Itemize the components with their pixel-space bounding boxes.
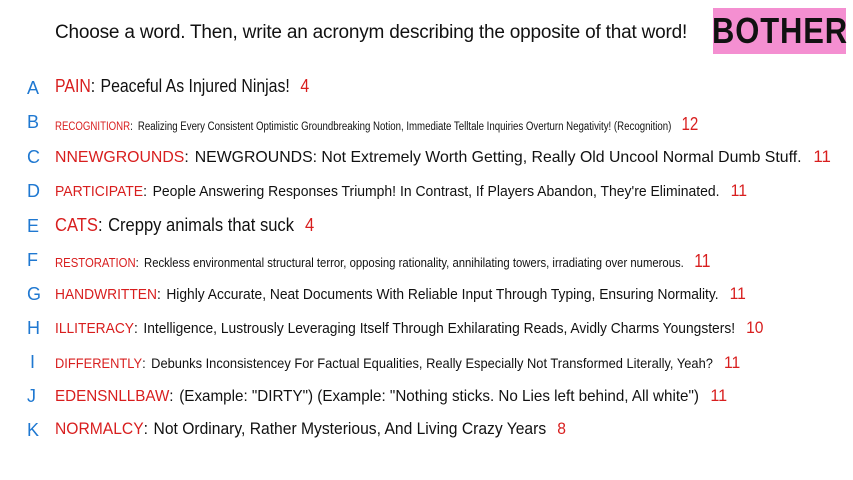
- entry-count: 11: [813, 147, 831, 166]
- entry-count: 8: [557, 419, 566, 438]
- entry-line: ILLITERACY: Intelligence, Lustrously Lev…: [55, 318, 764, 338]
- entry-line: EDENSNLLBAW: (Example: "DIRTY") (Example…: [55, 386, 727, 406]
- entry-acronym: People Answering Responses Triumph! In C…: [152, 183, 720, 200]
- entry-colon: :: [130, 121, 133, 133]
- entry-letter: A: [27, 78, 40, 98]
- entry-line: RESTORATION: Reckless environmental stru…: [55, 251, 711, 272]
- entry-word: ILLITERACY: [55, 320, 135, 337]
- entry-line: NORMALCY: Not Ordinary, Rather Mysteriou…: [55, 419, 566, 439]
- entry-count: 10: [746, 318, 764, 337]
- entry-word: DIFFERENTLY: [55, 355, 143, 371]
- chosen-word-badge: BOTHER: [711, 8, 848, 54]
- entry-line: NNEWGROUNDS: NEWGROUNDS: Not Extremely W…: [55, 147, 831, 167]
- entry-line: RECOGNITIONR: Realizing Every Consistent…: [55, 114, 698, 135]
- entry-letter: G: [27, 284, 42, 304]
- entry-letter: B: [27, 112, 40, 132]
- entry-colon: :: [134, 320, 138, 337]
- entry-line: PAIN: Peaceful As Injured Ninjas! 4: [55, 76, 309, 97]
- entry-letter: I: [30, 352, 36, 372]
- entry-acronym: (Example: "DIRTY") (Example: "Nothing st…: [179, 388, 699, 405]
- entry-colon: :: [142, 355, 146, 371]
- entry-count: 11: [730, 181, 748, 200]
- entry-colon: :: [169, 388, 174, 405]
- chosen-word: BOTHER: [711, 10, 848, 51]
- entry-line: PARTICIPATE: People Answering Responses …: [55, 181, 747, 201]
- entry-count: 4: [305, 215, 315, 235]
- entry-word: PARTICIPATE: [55, 183, 144, 200]
- entry-colon: :: [156, 286, 161, 303]
- entry-acronym: Realizing Every Consistent Optimistic Gr…: [137, 121, 672, 133]
- entry-letter: H: [27, 318, 40, 338]
- entry-colon: :: [143, 419, 149, 438]
- entry-acronym: Intelligence, Lustrously Leveraging Itse…: [143, 320, 736, 337]
- entry-acronym: Peaceful As Injured Ninjas!: [100, 76, 290, 96]
- entry-line: HANDWRITTEN: Highly Accurate, Neat Docum…: [55, 284, 746, 304]
- entry-colon: :: [90, 76, 96, 96]
- entry-letter: J: [27, 386, 36, 406]
- entry-count: 11: [729, 284, 746, 303]
- entry-word: HANDWRITTEN: [55, 286, 157, 303]
- entry-acronym: Not Ordinary, Rather Mysterious, And Liv…: [153, 419, 547, 438]
- entry-acronym: Highly Accurate, Neat Documents With Rel…: [166, 286, 719, 303]
- entry-colon: :: [97, 215, 103, 235]
- entry-word: EDENSNLLBAW: [55, 388, 170, 405]
- entry-count: 11: [694, 251, 711, 271]
- entry-acronym: Debunks Inconsistencey For Factual Equal…: [151, 355, 713, 371]
- entry-letter: K: [27, 420, 40, 440]
- entry-count: 11: [710, 386, 728, 405]
- entry-word: RESTORATION: [55, 255, 136, 270]
- entry-colon: :: [143, 183, 147, 200]
- prompt-text: Choose a word. Then, write an acronym de…: [55, 22, 688, 43]
- entry-word: NNEWGROUNDS: [55, 149, 185, 166]
- entry-letter: C: [27, 147, 40, 167]
- entry-acronym: Creppy animals that suck: [108, 215, 294, 235]
- entry-colon: :: [184, 149, 189, 166]
- entry-letter: E: [27, 216, 40, 236]
- entry-count: 11: [723, 353, 741, 372]
- entry-letter: F: [27, 250, 38, 270]
- entry-count: 12: [681, 114, 699, 134]
- entry-letter: D: [27, 181, 40, 201]
- entry-acronym: NEWGROUNDS: Not Extremely Worth Getting,…: [194, 149, 802, 166]
- entry-colon: :: [135, 255, 139, 270]
- entry-acronym: Reckless environmental structural terror…: [144, 255, 684, 270]
- entry-word: RECOGNITIONR: [55, 121, 131, 133]
- entry-word: NORMALCY: [55, 419, 144, 438]
- entry-count: 4: [300, 76, 310, 96]
- entry-word: CATS: [55, 215, 98, 235]
- entry-word: PAIN: [55, 76, 91, 96]
- entry-line: DIFFERENTLY: Debunks Inconsistencey For …: [55, 353, 740, 373]
- entry-line: CATS: Creppy animals that suck 4: [55, 215, 314, 236]
